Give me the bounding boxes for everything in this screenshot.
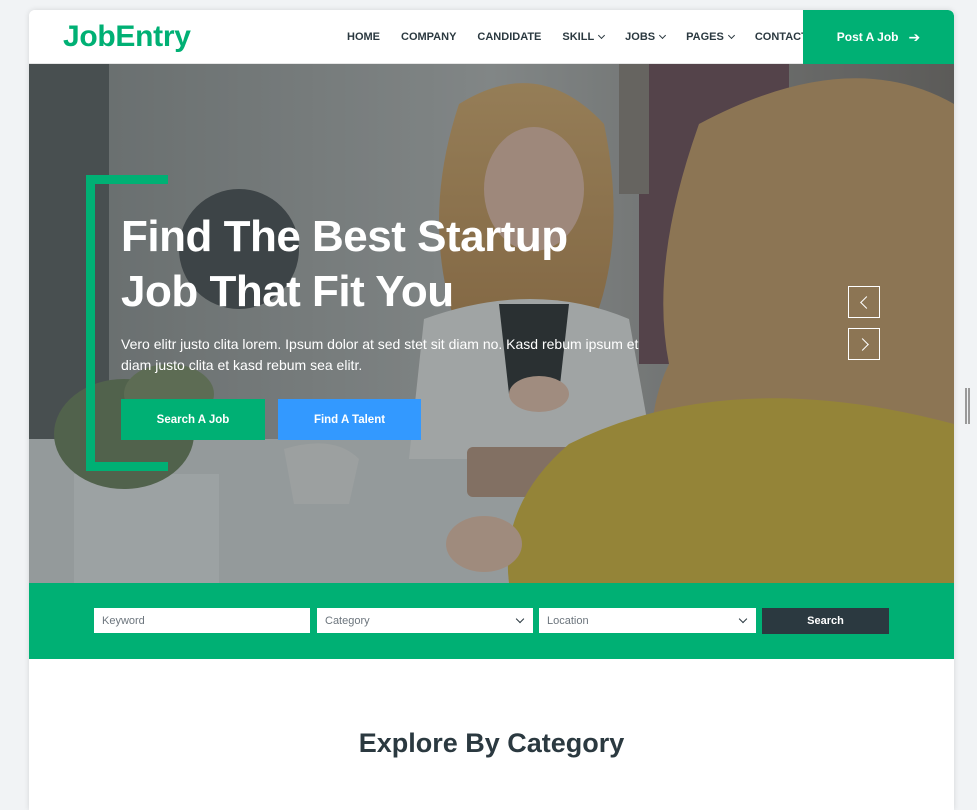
search-button[interactable]: Search [762,608,889,634]
chevron-down-icon [659,31,667,40]
scroll-handle[interactable] [965,388,970,424]
chevron-down-icon [727,31,735,40]
chevron-left-icon [859,295,873,309]
section-title: Explore By Category [358,728,625,758]
nav-item-pages[interactable]: PAGES [686,31,735,43]
keyword-input[interactable]: Keyword [94,608,310,633]
nav-item-candidate[interactable]: CANDIDATE [477,31,541,43]
nav-item-company[interactable]: COMPANY [401,31,456,43]
hero-title: Find The Best Startup Job That Fit You [121,209,661,319]
nav-item-home[interactable]: HOME [347,31,380,43]
chevron-down-icon [598,31,606,40]
carousel-prev-button[interactable] [848,286,880,318]
nav-item-label: HOME [347,31,380,43]
brand-logo[interactable]: JobEntry [63,20,191,54]
location-value: Location [547,614,589,627]
keyword-placeholder: Keyword [102,614,145,627]
navbar: JobEntry HOME COMPANY CANDIDATE SKILL JO… [29,10,954,64]
find-talent-button[interactable]: Find A Talent [278,399,421,440]
nav-item-label: PAGES [686,31,724,43]
nav-item-label: JOBS [625,31,656,43]
arrow-right-icon: ➔ [908,28,921,45]
nav-item-label: CANDIDATE [477,31,542,43]
chevron-down-icon [738,614,748,624]
post-job-label: Post A Job [836,30,899,44]
hero-description: Vero elitr justo clita lorem. Ipsum dolo… [121,336,639,373]
nav-item-skill[interactable]: SKILL [562,31,606,43]
chevron-right-icon [855,337,869,351]
carousel-next-button[interactable] [848,328,880,360]
search-job-button[interactable]: Search A Job [121,399,265,440]
hero-title-line: Find The Best Startup [121,212,568,261]
location-select[interactable]: Location [539,608,756,633]
nav-item-contact[interactable]: CONTACT [755,31,808,43]
chevron-down-icon [515,614,525,624]
hero-title-line: Job That Fit You [121,267,454,316]
category-value: Category [325,614,370,627]
page-frame: JobEntry HOME COMPANY CANDIDATE SKILL JO… [29,10,954,810]
main-nav: HOME COMPANY CANDIDATE SKILL JOBS PAGES … [347,10,829,64]
nav-item-jobs[interactable]: JOBS [625,31,667,43]
nav-item-label: CONTACT [754,31,808,43]
nav-item-label: COMPANY [401,31,457,43]
category-select[interactable]: Category [317,608,533,633]
nav-item-label: SKILL [562,31,595,43]
job-search-bar: Keyword Category Location Search [29,583,954,659]
post-job-button[interactable]: Post A Job ➔ [803,10,954,64]
hero-carousel: Find The Best Startup Job That Fit You V… [29,64,954,583]
